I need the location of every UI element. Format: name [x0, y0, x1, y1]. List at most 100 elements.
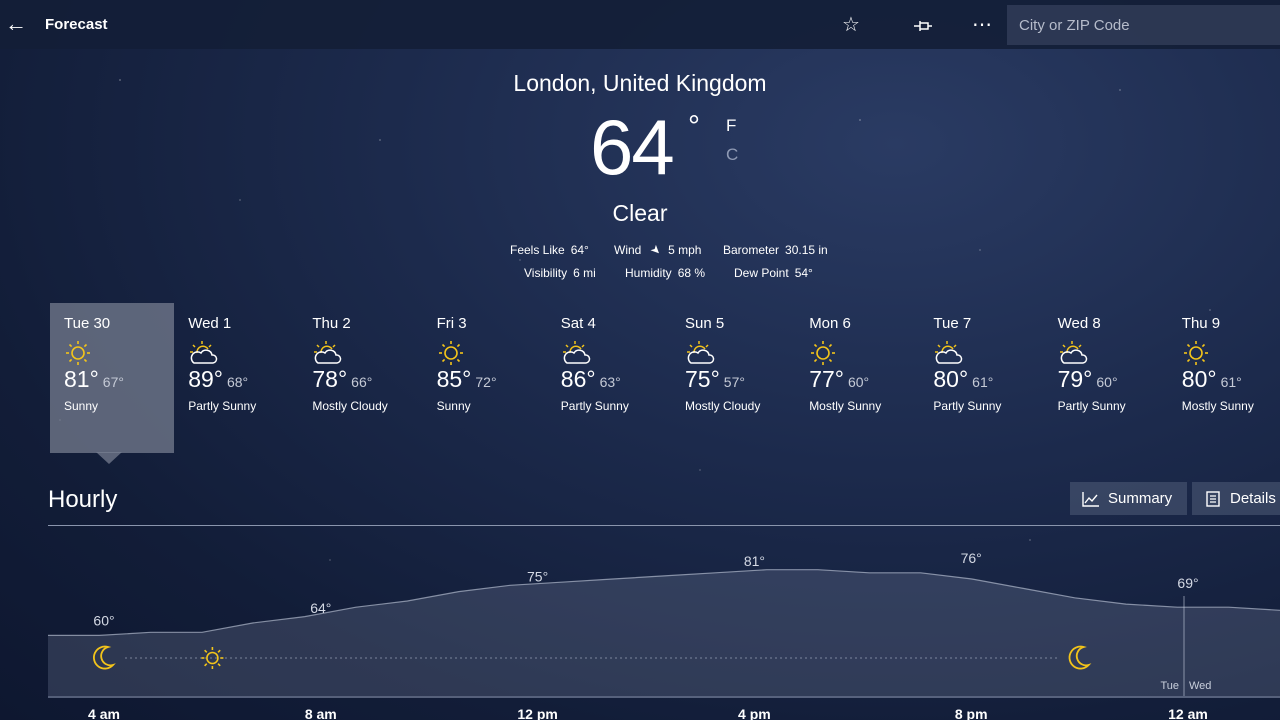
hour-axis-label: 4 am [88, 706, 120, 720]
day-tile-thu-2[interactable]: Thu 2 78° 66° Mostly Cloudy [298, 303, 422, 453]
hour-axis-label: 12 pm [517, 706, 557, 720]
chart-icon [1082, 492, 1099, 507]
high-temperature: 77° [809, 366, 844, 392]
favorite-star-icon[interactable]: ☆ [835, 9, 867, 41]
high-temperature: 78° [312, 366, 348, 392]
day-name: Tue 30 [64, 315, 111, 332]
temperature-area [48, 569, 1280, 698]
day-name: Thu 2 [312, 315, 351, 332]
partly-sunny-icon [1058, 340, 1087, 366]
high-temperature: 86° [560, 366, 596, 392]
high-temperature: 85° [436, 366, 472, 392]
low-temperature: 61° [972, 374, 994, 390]
hour-axis-label: 4 pm [738, 706, 771, 720]
detail-dew-point: Dew Point 54° [734, 266, 813, 280]
sun-icon [64, 340, 92, 366]
hourly-temperature-chart: Tue Wed 60° 64° 75° 81° 76° 69° 4 am 8 am 12 pm 4 p… [48, 550, 1280, 720]
high-temperature: 75° [685, 366, 720, 392]
wind-direction-icon: ➤ [647, 241, 665, 259]
day-condition: Mostly Cloudy [685, 399, 761, 413]
sun-icon [809, 340, 837, 366]
temperature-label: 75° [527, 569, 548, 585]
hour-axis-label: 12 am [1168, 706, 1208, 720]
day-tile-tue-7[interactable]: Tue 7 80° 61° Partly Sunny [919, 303, 1043, 453]
partly-sunny-icon [933, 340, 963, 366]
temperature-label: 64° [310, 600, 331, 616]
day-divider-label-prev: Tue [1160, 680, 1179, 692]
current-condition: Clear [612, 200, 668, 226]
detail-wind: Wind ➤ 5 mph [614, 241, 702, 259]
day-name: Thu 9 [1181, 315, 1221, 332]
day-name: Sun 5 [685, 315, 725, 332]
day-name: Fri 3 [436, 315, 467, 332]
day-tile-sat-4[interactable]: Sat 4 86° 63° Partly Sunny [547, 303, 671, 453]
day-condition: Mostly Sunny [809, 399, 882, 413]
details-list-icon [1206, 491, 1220, 507]
partly-sunny-icon [312, 340, 342, 366]
temperature-label: 76° [961, 550, 982, 566]
temperature-label: 81° [744, 553, 765, 569]
detail-feels-like: Feels Like 64° [510, 243, 589, 257]
day-tile-wed-1[interactable]: Wed 1 89° 68° Partly Sunny [174, 303, 298, 453]
low-temperature: 61° [1220, 374, 1242, 390]
search-input[interactable] [1007, 5, 1280, 45]
day-name: Wed 8 [1057, 315, 1101, 332]
day-divider-label-next: Wed [1189, 680, 1211, 692]
high-temperature: 89° [188, 366, 223, 392]
day-condition: Partly Sunny [560, 399, 629, 413]
detail-barometer: Barometer 30.15 in [723, 243, 828, 257]
day-tile-sun-5[interactable]: Sun 5 75° 57° Mostly Cloudy [671, 303, 795, 453]
day-name: Sat 4 [560, 315, 596, 332]
high-temperature: 80° [933, 366, 969, 392]
high-temperature: 81° [64, 366, 99, 392]
pin-icon[interactable] [907, 9, 939, 41]
sun-icon [437, 340, 465, 366]
temperature-label: 60° [93, 612, 114, 628]
low-temperature: 72° [475, 374, 497, 390]
current-temperature: 64 [590, 103, 675, 191]
summary-button[interactable]: Summary [1070, 482, 1187, 515]
detail-visibility: Visibility 6 mi [524, 266, 596, 280]
back-arrow-icon[interactable]: ← [0, 8, 32, 40]
day-condition: Partly Sunny [933, 399, 1002, 413]
partly-sunny-icon [685, 340, 715, 366]
day-tile-tue-30[interactable]: Tue 30 81° 67° Sunny [50, 303, 174, 453]
high-temperature: 79° [1057, 366, 1093, 392]
unit-celsius-toggle[interactable]: C [726, 145, 738, 165]
hour-axis-label: 8 pm [955, 706, 988, 720]
temperature-label: 69° [1177, 575, 1198, 591]
day-name: Mon 6 [809, 315, 851, 332]
day-name: Wed 1 [188, 315, 232, 332]
details-button[interactable]: Details [1192, 482, 1280, 515]
day-tile-fri-3[interactable]: Fri 3 85° 72° Sunny [423, 303, 547, 453]
day-tile-wed-8[interactable]: Wed 8 79° 60° Partly Sunny [1044, 303, 1168, 453]
high-temperature: 80° [1181, 366, 1217, 392]
day-condition: Sunny [436, 399, 471, 413]
day-name: Tue 7 [933, 315, 972, 332]
hour-axis-label: 8 am [305, 706, 337, 720]
day-condition: Mostly Cloudy [312, 399, 388, 413]
location-name: London, United Kingdom [513, 70, 767, 96]
selected-day-pointer [96, 452, 122, 464]
unit-fahrenheit-toggle[interactable]: F [726, 116, 736, 136]
low-temperature: 67° [102, 374, 124, 390]
partly-sunny-icon [561, 340, 591, 366]
page-title: Forecast [45, 16, 108, 33]
day-tile-thu-9[interactable]: Thu 9 80° 61° Mostly Sunny [1168, 303, 1280, 453]
low-temperature: 60° [847, 374, 870, 390]
low-temperature: 60° [1096, 374, 1118, 390]
detail-humidity: Humidity 68 % [625, 266, 706, 280]
low-temperature: 68° [226, 374, 249, 390]
day-condition: Partly Sunny [1057, 399, 1126, 413]
day-tile-mon-6[interactable]: Mon 6 77° 60° Mostly Sunny [795, 303, 919, 453]
partly-sunny-icon [188, 340, 218, 366]
degree-symbol: ° [688, 110, 700, 143]
day-condition: Mostly Sunny [1181, 399, 1254, 413]
day-condition: Partly Sunny [188, 399, 257, 413]
low-temperature: 66° [351, 374, 373, 390]
low-temperature: 63° [599, 374, 621, 390]
sun-icon [1182, 340, 1210, 366]
more-options-icon[interactable]: ⋯ [966, 9, 998, 41]
low-temperature: 57° [723, 374, 745, 390]
hourly-heading: Hourly [48, 486, 118, 513]
